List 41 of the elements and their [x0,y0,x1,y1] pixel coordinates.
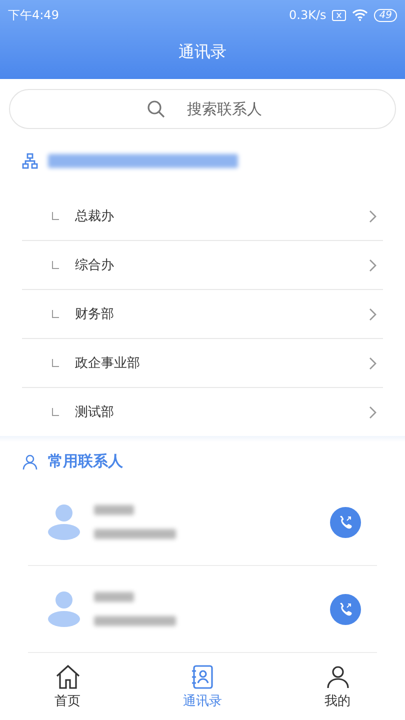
branch-icon [52,212,59,220]
department-item[interactable]: 综合办 [22,241,383,290]
department-name: 测试部 [75,404,115,422]
department-item[interactable]: 财务部 [22,290,383,340]
phone-call-button[interactable] [330,594,361,625]
department-name: 综合办 [75,257,115,274]
chevron-right-icon [369,356,377,370]
branch-icon [52,359,59,368]
network-speed: 0.3K/s [289,8,326,22]
phone-call-button[interactable] [330,506,361,538]
department-item[interactable]: 测试部 [22,388,383,436]
wifi-icon [352,9,368,21]
person-icon [324,664,350,690]
search-icon [147,100,165,118]
nav-tab[interactable]: 首页 [32,664,102,710]
avatar-icon [48,591,80,628]
department-item[interactable]: 总裁办 [22,192,383,242]
branch-icon [52,310,59,318]
chevron-right-icon [369,406,377,419]
department-item[interactable]: 政企事业部 [22,339,383,388]
nav-tab[interactable]: 通讯录 [168,664,238,710]
status-time: 下午4:49 [8,6,59,24]
org-chart-icon [22,152,38,169]
department-name: 总裁办 [75,208,115,226]
sim-icon [332,10,346,20]
branch-icon [52,261,59,270]
search-field[interactable]: 搜索联系人 [9,89,396,130]
person-icon [22,454,38,470]
branch-icon [52,408,59,416]
department-name: 财务部 [75,306,115,324]
contact-book-icon [190,664,216,690]
chevron-right-icon [369,308,377,321]
home-icon [54,664,80,690]
chevron-right-icon [369,258,377,272]
chevron-right-icon [369,210,377,223]
avatar-icon [48,504,80,540]
header-title: 通讯录 [178,42,228,63]
battery-icon: 49 [374,8,397,22]
section-title: 常用联系人 [48,452,123,472]
department-name: 政企事业部 [75,355,141,372]
nav-tab[interactable]: 我的 [302,664,372,710]
